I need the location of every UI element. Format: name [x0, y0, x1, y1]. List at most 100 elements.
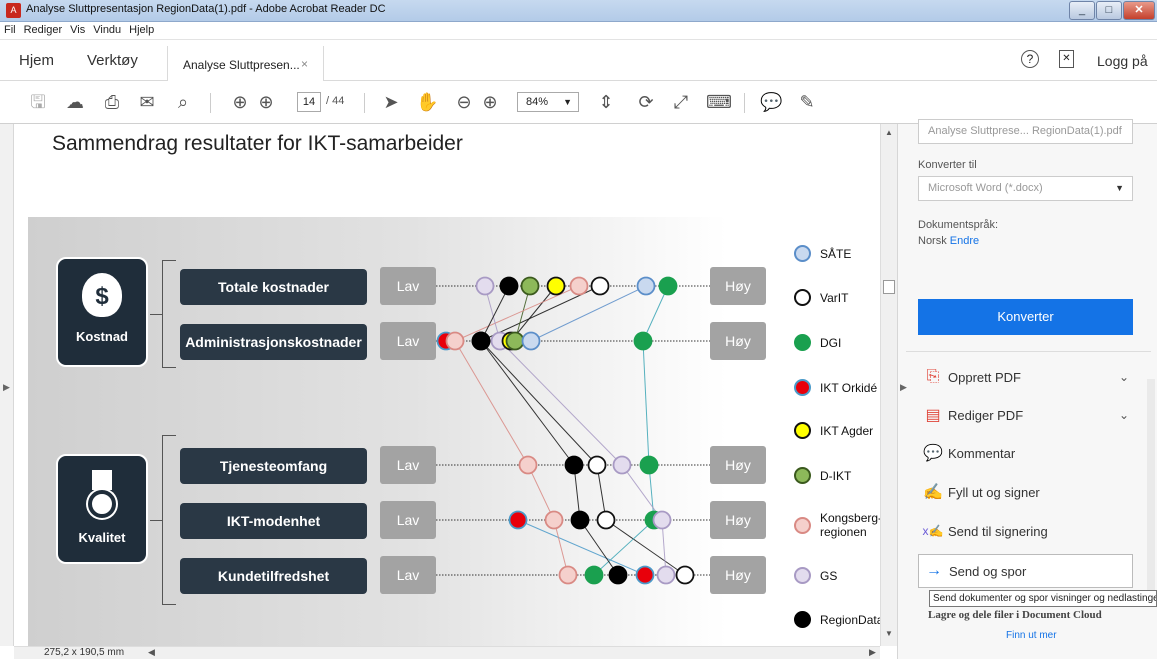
zoom-out-icon[interactable]: ⊖	[453, 91, 475, 113]
fill-sign-icon: ✍	[923, 484, 943, 501]
email-icon[interactable]: ✉	[136, 91, 158, 113]
edit-pdf-icon: ▤	[925, 407, 941, 424]
convert-button[interactable]: Konverter	[918, 299, 1133, 335]
rating-dot	[587, 455, 607, 475]
scroll-down-icon[interactable]: ▼	[885, 629, 893, 638]
doc-language-label: Dokumentspråk:	[918, 219, 999, 231]
rating-dot	[569, 276, 589, 296]
tool-fill-sign[interactable]: ✍ Fyll ut og signer	[918, 477, 1133, 507]
maximize-button[interactable]: □	[1096, 1, 1122, 20]
rating-dot	[499, 276, 519, 296]
tool-comment[interactable]: 💬 Kommentar	[918, 438, 1133, 468]
login-link[interactable]: Logg på	[1097, 53, 1148, 69]
save-icon[interactable]: 🖫	[27, 91, 49, 113]
rating-dot	[658, 276, 678, 296]
tab-document[interactable]: Analyse Sluttpresen... ×	[167, 46, 324, 82]
tab-document-label: Analyse Sluttpresen...	[183, 58, 300, 72]
scroll-right-icon[interactable]: ▶	[869, 647, 876, 658]
next-page-icon[interactable]: ⊕	[255, 91, 277, 113]
create-pdf-icon: ⎘	[926, 368, 940, 385]
doc-language-row: Norsk Endre	[918, 235, 979, 247]
minimize-button[interactable]: _	[1069, 1, 1095, 20]
tab-close-icon[interactable]: ×	[301, 57, 308, 71]
tool-send-for-signature[interactable]: x✍ Send til signering	[918, 516, 1133, 546]
rating-dot	[475, 276, 495, 296]
right-tools-pane: ▶ Analyse Sluttprese... RegionData(1).pd…	[897, 119, 1157, 659]
rating-dot	[633, 331, 653, 351]
rating-dot	[471, 331, 491, 351]
tooltip: Send dokumenter og spor visninger og ned…	[929, 590, 1157, 607]
divider	[906, 351, 1151, 352]
toolbar-divider	[744, 93, 745, 113]
rating-dot	[518, 455, 538, 475]
toolbar-divider	[210, 93, 211, 113]
legend-item: GS	[794, 567, 837, 584]
legend-item: Kongsberg- regionen	[794, 511, 880, 539]
menu-window[interactable]: Vindu	[89, 22, 125, 36]
select-cursor-icon[interactable]: ➤	[380, 91, 402, 113]
tab-home[interactable]: Hjem	[19, 52, 54, 69]
collapse-pane-icon[interactable]: ▶	[900, 382, 907, 393]
help-icon[interactable]: ?	[1021, 50, 1039, 68]
toolbar: 🖫 ☁ ⎙ ✉ ⌕ ⊕ ⊕ 14 / 44 ➤ ✋ ⊖ ⊕ 84% ▼ ⇕ ⟳ ⤢…	[0, 81, 1157, 124]
full-screen-icon[interactable]: ⤢	[670, 91, 692, 113]
comment-icon[interactable]: 💬	[760, 91, 782, 113]
legend-item: D-IKT	[794, 467, 851, 484]
scroll-left-icon[interactable]: ◀	[148, 647, 155, 658]
scrollbar-thumb[interactable]	[883, 280, 895, 294]
rating-dot	[639, 455, 659, 475]
rating-dot	[521, 331, 541, 351]
change-language-link[interactable]: Endre	[950, 235, 979, 247]
rating-dot	[584, 565, 604, 585]
highlight-pen-icon[interactable]: ✎	[796, 91, 818, 113]
rating-dot	[656, 565, 676, 585]
zoom-select[interactable]: 84% ▼	[517, 92, 579, 112]
acrobat-app-icon: A	[6, 3, 21, 18]
menu-help[interactable]: Hjelp	[125, 22, 158, 36]
chevron-down-icon: ⌄	[1118, 408, 1129, 422]
chevron-down-icon: ⌄	[1118, 370, 1129, 384]
legend-dot	[794, 289, 811, 306]
menu-view[interactable]: Vis	[66, 22, 89, 36]
learn-more-link[interactable]: Finn ut mer	[1006, 630, 1057, 641]
close-window-button[interactable]: ✕	[1123, 1, 1155, 20]
rating-dot	[612, 455, 632, 475]
tool-create-pdf[interactable]: ⎘ Opprett PDF ⌄	[918, 362, 1133, 392]
tool-send-track[interactable]: → Send og spor	[918, 554, 1133, 588]
rating-dot	[608, 565, 628, 585]
rotate-icon[interactable]: ⟳	[635, 91, 657, 113]
scroll-up-icon[interactable]: ▲	[885, 128, 893, 137]
fit-page-icon[interactable]: ⇕	[595, 91, 617, 113]
tool-edit-pdf[interactable]: ▤ Rediger PDF ⌄	[918, 400, 1133, 430]
pane-scrollbar[interactable]	[1147, 379, 1155, 594]
mobile-link-icon[interactable]: ✕	[1059, 50, 1074, 68]
left-panel-toggle[interactable]: ▶	[0, 124, 14, 646]
slide-content: $ Kostnad Kvalitet Totale kostnader Admi…	[28, 217, 880, 646]
rating-dot	[596, 510, 616, 530]
rating-dot	[544, 510, 564, 530]
previous-page-icon[interactable]: ⊕	[229, 91, 251, 113]
format-select[interactable]: Microsoft Word (*.docx) ▼	[918, 176, 1133, 201]
hand-tool-icon[interactable]: ✋	[416, 91, 438, 113]
tab-tools[interactable]: Verktøy	[87, 52, 138, 69]
menu-file[interactable]: Fil	[0, 22, 20, 36]
rating-dot	[652, 510, 672, 530]
print-icon[interactable]: ⎙	[101, 91, 123, 113]
search-icon[interactable]: ⌕	[172, 91, 194, 113]
rating-dot	[546, 276, 566, 296]
rating-dot	[445, 331, 465, 351]
read-mode-icon[interactable]: ⌨	[706, 91, 732, 113]
upload-cloud-icon[interactable]: ☁	[64, 91, 86, 113]
file-name-field[interactable]: Analyse Sluttprese... RegionData(1).pdf	[918, 119, 1133, 144]
chevron-down-icon: ▼	[563, 97, 572, 107]
page-number-input[interactable]: 14	[297, 92, 321, 112]
send-track-icon: →	[926, 562, 942, 579]
rating-dot	[505, 331, 525, 351]
vertical-scrollbar[interactable]: ▲ ▼	[880, 124, 897, 646]
legend-dot	[794, 379, 811, 396]
zoom-in-icon[interactable]: ⊕	[479, 91, 501, 113]
legend-item: VarIT	[794, 289, 848, 306]
rating-dot	[520, 276, 540, 296]
legend-dot	[794, 467, 811, 484]
menu-edit[interactable]: Rediger	[20, 22, 67, 36]
